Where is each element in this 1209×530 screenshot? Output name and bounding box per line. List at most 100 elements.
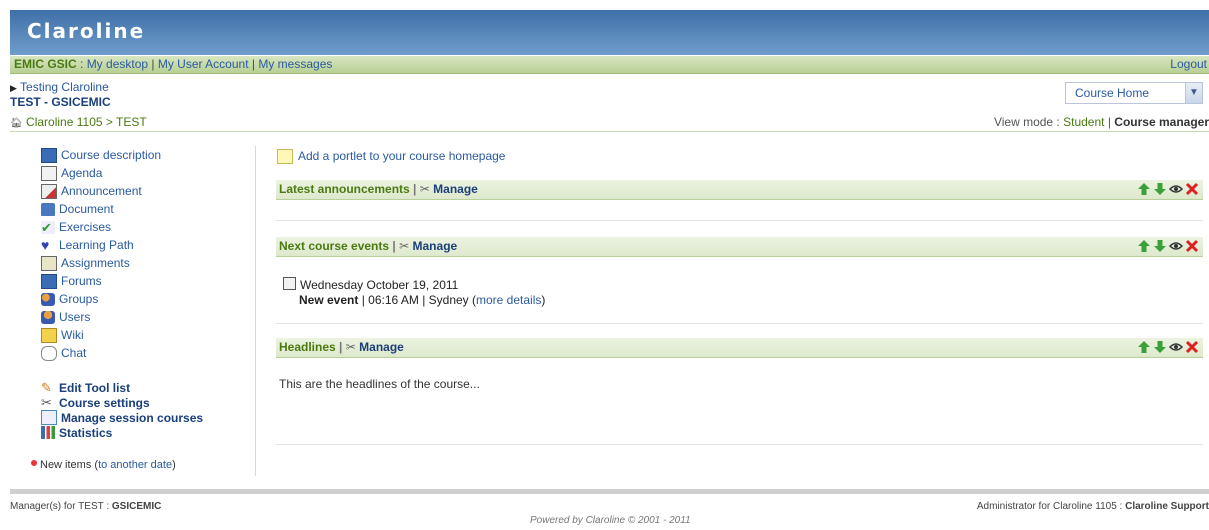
footer-powered-by: Powered by Claroline © 2001 - 2011 xyxy=(530,515,691,526)
course-sidebar: Course description Agenda Announcement D… xyxy=(0,146,256,476)
visibility-eye-icon[interactable] xyxy=(1169,239,1183,253)
sidebar-item-label: Course description xyxy=(61,148,162,162)
wiki-icon xyxy=(41,327,57,343)
footer-managers-value[interactable]: GSICEMIC xyxy=(112,501,161,512)
sidebar-item-users[interactable]: Users xyxy=(41,308,161,326)
pencil-icon: ✎ xyxy=(41,380,52,395)
triangle-right-icon: ▶ xyxy=(10,83,17,93)
new-item-dot-icon xyxy=(31,460,37,466)
sidebar-item-label: Forums xyxy=(61,274,102,288)
add-portlet-link[interactable]: Add a portlet to your course homepage xyxy=(277,147,505,165)
delete-icon[interactable] xyxy=(1185,239,1199,253)
delete-icon[interactable] xyxy=(1185,340,1199,354)
sidebar-item-label: Document xyxy=(59,202,114,216)
manage-link[interactable]: Manage xyxy=(433,182,478,196)
edit-tool-list-link[interactable]: ✎ Edit Tool list xyxy=(41,380,203,395)
my-desktop-link[interactable]: My desktop xyxy=(87,57,148,71)
sidebar-item-label: Exercises xyxy=(59,220,112,234)
admin-tool-list: ✎ Edit Tool list ✂ Course settings Manage … xyxy=(41,380,203,440)
view-mode-divider: | xyxy=(1107,115,1111,129)
move-up-icon[interactable] xyxy=(1137,340,1151,354)
sidebar-item-label: Announcement xyxy=(61,184,142,198)
move-down-icon[interactable] xyxy=(1153,182,1167,196)
add-portlet-label[interactable]: Add a portlet to your course homepage xyxy=(298,149,505,163)
agenda-icon xyxy=(283,277,296,290)
breadcrumb-separator: > xyxy=(105,115,113,129)
breadcrumb-platform-link[interactable]: Claroline 1105 xyxy=(26,115,103,129)
visibility-eye-icon[interactable] xyxy=(1169,182,1183,196)
footer-managers: Manager(s) for TEST : GSICEMIC xyxy=(10,501,161,512)
admin-item-label: Edit Tool list xyxy=(59,380,131,395)
footer-managers-label: Manager(s) for TEST : xyxy=(10,501,110,512)
course-settings-link[interactable]: ✂ Course settings xyxy=(41,395,203,410)
statistics-icon xyxy=(41,426,55,439)
footer-admin-value[interactable]: Claroline Support xyxy=(1125,501,1209,512)
manage-link[interactable]: Manage xyxy=(413,239,458,253)
manage-link[interactable]: Manage xyxy=(359,340,404,354)
view-mode-label: View mode : xyxy=(993,115,1060,129)
event-item: Wednesday October 19, 2011 New event | 0… xyxy=(283,277,545,308)
my-user-account-link[interactable]: My User Account xyxy=(158,57,249,71)
site-logo-title[interactable]: Claroline xyxy=(27,19,145,43)
sidebar-item-announcement[interactable]: Announcement xyxy=(41,182,161,200)
my-messages-link[interactable]: My messages xyxy=(258,57,332,71)
sidebar-item-document[interactable]: Document xyxy=(41,200,161,218)
admin-item-label: Statistics xyxy=(59,425,113,440)
heart-icon: ♥ xyxy=(41,236,50,253)
chevron-down-icon[interactable]: ▼ xyxy=(1185,83,1202,103)
sidebar-item-agenda[interactable]: Agenda xyxy=(41,164,161,182)
sidebar-item-exercises[interactable]: ✔ Exercises xyxy=(41,218,161,236)
assignment-icon xyxy=(41,255,57,271)
sidebar-item-label: Agenda xyxy=(61,166,103,180)
move-down-icon[interactable] xyxy=(1153,239,1167,253)
statistics-link[interactable]: Statistics xyxy=(41,425,203,440)
breadcrumb: 🏠︎ Claroline 1105 > TEST xyxy=(10,113,147,133)
folder-icon xyxy=(41,202,55,216)
more-details-link[interactable]: more details xyxy=(476,293,541,307)
manage-session-courses-link[interactable]: Manage session courses xyxy=(41,410,203,425)
delete-icon[interactable] xyxy=(1185,182,1199,196)
course-name-link[interactable]: TEST - GSICEMIC xyxy=(10,95,111,109)
course-tool-select[interactable]: Course Home ▼ xyxy=(1065,82,1203,104)
note-icon xyxy=(277,148,293,164)
logout-link[interactable]: Logout xyxy=(1170,56,1207,73)
admin-item-label: Course settings xyxy=(59,395,150,410)
breadcrumb-course-link[interactable]: TEST xyxy=(116,115,147,129)
sidebar-item-assignments[interactable]: Assignments xyxy=(41,254,161,272)
checkmark-icon: ✔ xyxy=(41,220,55,234)
groups-icon xyxy=(41,292,55,306)
sidebar-item-label: Users xyxy=(59,310,91,324)
portlet-divider xyxy=(276,444,1203,445)
sidebar-item-course-description[interactable]: Course description xyxy=(41,146,161,164)
sidebar-item-groups[interactable]: Groups xyxy=(41,290,161,308)
page-footer: Manager(s) for TEST : GSICEMIC Powered b… xyxy=(10,489,1209,530)
portlet-title: Headlines xyxy=(279,340,336,354)
view-mode-student-link[interactable]: Student xyxy=(1063,115,1104,129)
course-category-link[interactable]: Testing Claroline xyxy=(20,80,109,94)
header-banner: Claroline xyxy=(10,10,1209,55)
tools-icon: ✂ xyxy=(419,182,430,196)
sidebar-item-chat[interactable]: Chat xyxy=(41,344,161,362)
move-up-icon[interactable] xyxy=(1137,239,1151,253)
breadcrumb-bar: 🏠︎ Claroline 1105 > TEST View mode : Stu… xyxy=(10,113,1209,132)
portlet-next-course-events: Next course events | ✂ Manage xyxy=(276,237,1203,257)
portlet-headlines: Headlines | ✂ Manage xyxy=(276,338,1203,358)
user-icon xyxy=(41,310,55,324)
user-bar: EMIC GSIC : My desktop | My User Account… xyxy=(10,56,1209,74)
move-down-icon[interactable] xyxy=(1153,340,1167,354)
admin-item-label: Manage session courses xyxy=(61,410,204,425)
tools-icon: ✂ xyxy=(399,239,410,253)
event-close: ) xyxy=(541,293,546,307)
announcement-icon xyxy=(41,183,57,199)
visibility-eye-icon[interactable] xyxy=(1169,340,1183,354)
sidebar-item-forums[interactable]: Forums xyxy=(41,272,161,290)
sidebar-item-label: Wiki xyxy=(61,328,84,342)
portlet-divider xyxy=(276,220,1203,221)
sidebar-item-learning-path[interactable]: ♥ Learning Path xyxy=(41,236,161,254)
portlet-title: Latest announcements xyxy=(279,182,410,196)
session-icon xyxy=(41,410,57,425)
event-name: New event xyxy=(299,293,359,307)
another-date-link[interactable]: to another date xyxy=(98,459,172,471)
move-up-icon[interactable] xyxy=(1137,182,1151,196)
sidebar-item-wiki[interactable]: Wiki xyxy=(41,326,161,344)
